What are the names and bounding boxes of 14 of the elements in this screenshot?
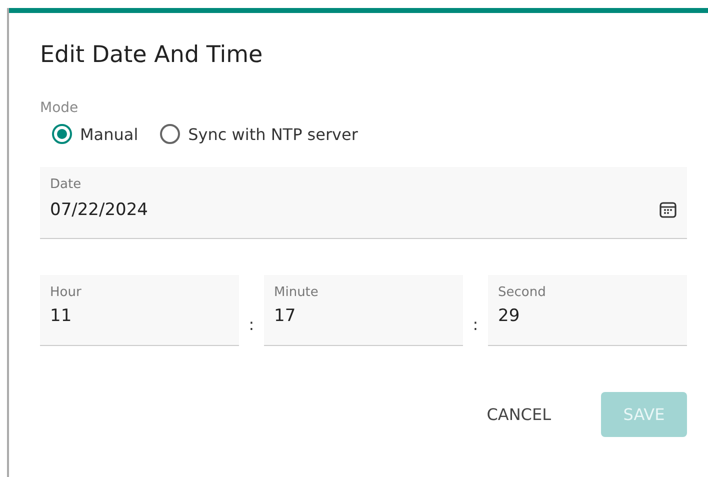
dialog-title: Edit Date And Time — [40, 41, 264, 70]
time-field[interactable]: Hour 11 — [40, 275, 239, 346]
time-field[interactable]: Minute 17 — [264, 275, 463, 346]
radio-option[interactable]: Sync with NTP server — [160, 124, 358, 144]
time-separator: : — [248, 315, 256, 334]
time-separator: : — [472, 315, 480, 334]
radio-option[interactable]: Manual — [52, 124, 138, 144]
calendar-icon[interactable] — [659, 201, 677, 219]
mode-label: Mode — [40, 100, 80, 116]
radio-icon[interactable] — [160, 124, 180, 144]
radio-icon[interactable] — [52, 124, 72, 144]
time-field[interactable]: Second 29 — [488, 275, 687, 346]
date-field[interactable]: Date 07/22/2024 — [40, 167, 687, 239]
cancel-button[interactable]: CANCEL — [466, 392, 571, 437]
